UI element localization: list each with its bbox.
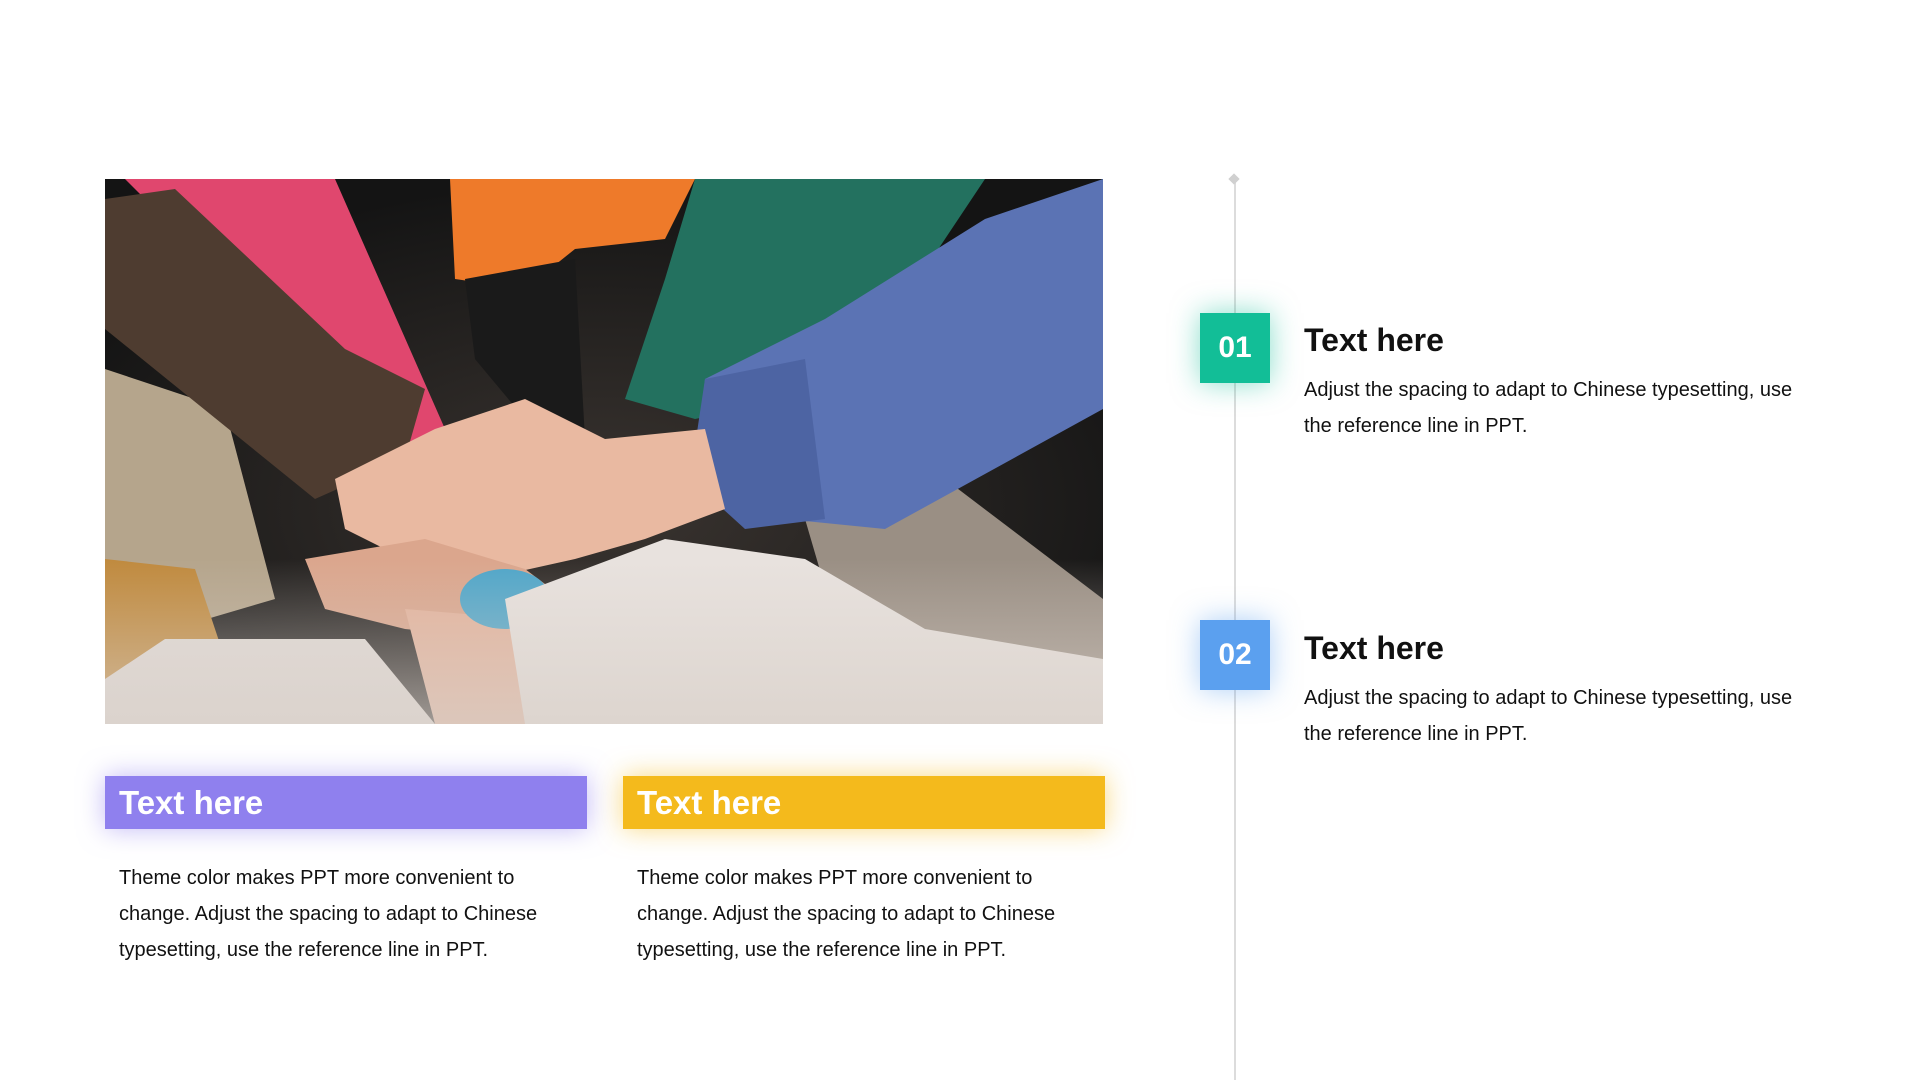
- number-badge-02: 02: [1200, 620, 1270, 690]
- card-title: Text here: [119, 783, 264, 821]
- card-body-text: Theme color makes PPT more convenient to…: [119, 867, 538, 961]
- number-badge-label: 02: [1218, 638, 1252, 671]
- card-title: Text here: [637, 783, 782, 821]
- item-title: Text here: [1304, 630, 1444, 666]
- number-badge-label: 01: [1218, 331, 1252, 364]
- slide: Text here Theme color makes PPT more con…: [0, 0, 1920, 1080]
- item-title: Text here: [1304, 322, 1444, 358]
- hands-image-icon: [105, 179, 1103, 724]
- card-body-text: Theme color makes PPT more convenient to…: [637, 867, 1056, 961]
- number-badge-01: 01: [1200, 313, 1270, 383]
- item-description: Adjust the spacing to adapt to Chinese t…: [1304, 687, 1793, 745]
- diamond-icon: [1228, 173, 1240, 185]
- item-description: Adjust the spacing to adapt to Chinese t…: [1304, 379, 1793, 437]
- team-hands-photo: [105, 179, 1103, 724]
- card-title-bar-yellow: Text here: [623, 776, 1105, 829]
- card-title-bar-purple: Text here: [105, 776, 587, 829]
